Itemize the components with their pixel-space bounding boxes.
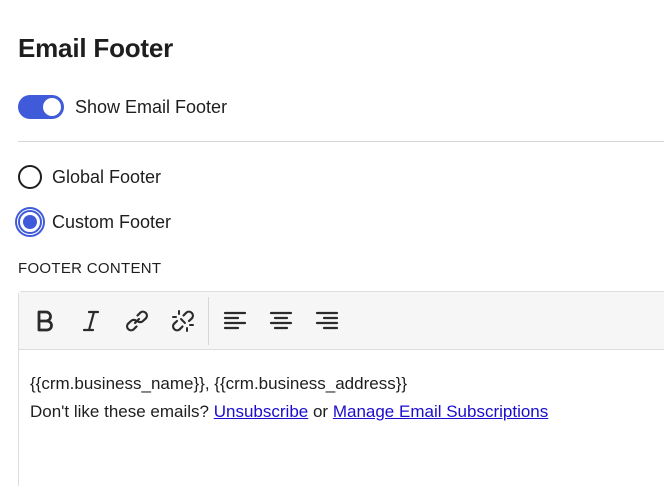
divider (18, 141, 664, 142)
custom-footer-label: Custom Footer (52, 211, 172, 232)
align-center-icon (269, 311, 293, 329)
custom-footer-radio[interactable] (18, 210, 42, 234)
italic-icon (82, 310, 100, 331)
manage-subscriptions-link[interactable]: Manage Email Subscriptions (333, 402, 548, 421)
bold-button[interactable] (25, 301, 65, 341)
custom-footer-option[interactable]: Custom Footer (15, 207, 172, 237)
unlink-button[interactable] (163, 301, 203, 341)
unlink-icon (172, 309, 194, 332)
align-left-button[interactable] (215, 301, 255, 341)
show-footer-label: Show Email Footer (75, 96, 228, 117)
footer-content-label: FOOTER CONTENT (18, 260, 162, 277)
link-button[interactable] (117, 301, 157, 341)
global-footer-option[interactable]: Global Footer (18, 165, 161, 189)
unsubscribe-link[interactable]: Unsubscribe (214, 402, 309, 421)
footer-line-2: Don't like these emails? Unsubscribe or … (30, 398, 664, 426)
bold-icon (37, 310, 53, 331)
footer-connector: or (312, 402, 329, 421)
page-title: Email Footer (18, 33, 174, 63)
footer-content-editor: {{crm.business_name}}, {{crm.business_ad… (18, 291, 664, 486)
footer-line-1: {{crm.business_name}}, {{crm.business_ad… (30, 374, 408, 393)
align-left-icon (223, 311, 247, 329)
align-right-button[interactable] (307, 301, 347, 341)
italic-button[interactable] (71, 301, 111, 341)
footer-line-2-prefix: Don't like these emails? (30, 402, 209, 421)
radio-focus-ring (15, 207, 45, 237)
email-footer-settings: Email Footer Show Email Footer Global Fo… (0, 0, 664, 486)
show-footer-toggle-row: Show Email Footer (18, 95, 227, 119)
show-footer-toggle[interactable] (18, 95, 64, 119)
toggle-knob (43, 98, 61, 116)
align-right-icon (315, 311, 339, 329)
editor-toolbar (19, 292, 664, 350)
link-icon (126, 310, 148, 331)
global-footer-radio[interactable] (18, 165, 42, 189)
editor-body[interactable]: {{crm.business_name}}, {{crm.business_ad… (19, 350, 664, 446)
global-footer-label: Global Footer (52, 166, 162, 187)
toolbar-separator (208, 296, 209, 345)
align-center-button[interactable] (261, 301, 301, 341)
